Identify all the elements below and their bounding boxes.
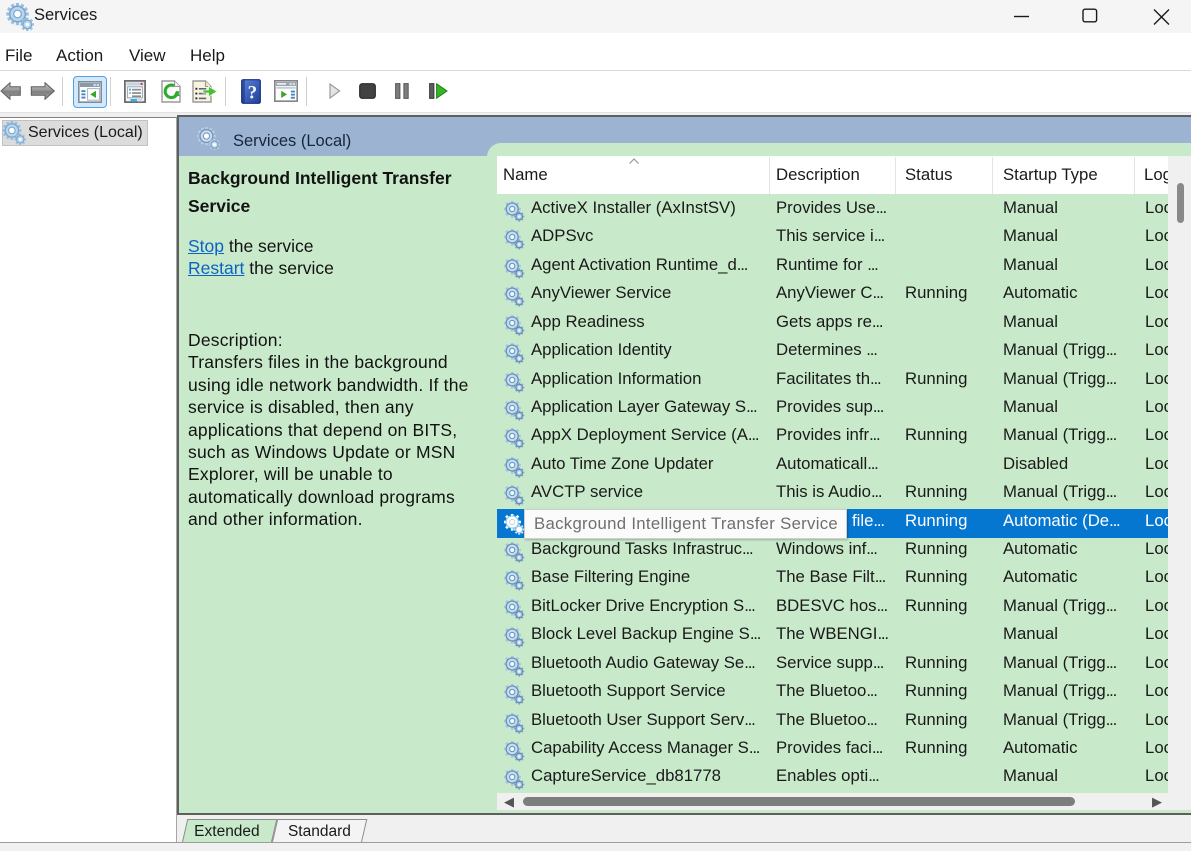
svg-text:?: ?	[248, 83, 258, 104]
